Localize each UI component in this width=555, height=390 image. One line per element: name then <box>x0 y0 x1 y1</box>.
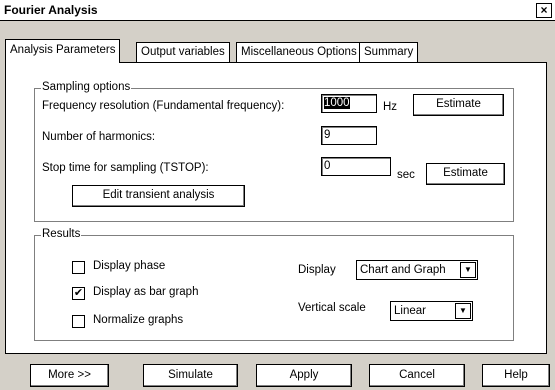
display-as-bar-graph-checkbox[interactable]: ✔ <box>72 287 85 300</box>
estimate-frequency-button[interactable]: Estimate <box>413 94 504 116</box>
vertical-scale-label: Vertical scale <box>298 302 366 314</box>
display-label: Display <box>298 264 336 276</box>
window-title: Fourier Analysis <box>4 3 98 17</box>
normalize-graphs-checkbox[interactable] <box>72 315 85 328</box>
display-as-bar-graph-label: Display as bar graph <box>93 286 199 298</box>
fourier-dialog: Fourier Analysis × Analysis Parameters O… <box>0 0 555 390</box>
close-icon[interactable]: × <box>536 3 552 18</box>
number-of-harmonics-input[interactable]: 9 <box>321 126 377 145</box>
estimate-stop-time-button[interactable]: Estimate <box>426 163 505 185</box>
tab-panel: Sampling options Frequency resolution (F… <box>5 62 547 354</box>
apply-button[interactable]: Apply <box>256 364 352 387</box>
vertical-scale-select-value: Linear <box>394 305 426 317</box>
more-button[interactable]: More >> <box>30 364 109 387</box>
results-group: Results Display phase ✔ Display as bar g… <box>34 228 514 341</box>
edit-transient-analysis-button[interactable]: Edit transient analysis <box>72 185 245 207</box>
frequency-resolution-label: Frequency resolution (Fundamental freque… <box>42 100 285 112</box>
stop-time-unit-label: sec <box>397 169 415 181</box>
number-of-harmonics-label: Number of harmonics: <box>42 131 156 143</box>
tab-miscellaneous-options[interactable]: Miscellaneous Options <box>236 42 362 62</box>
vertical-scale-select[interactable]: Linear ▼ <box>390 301 473 321</box>
chevron-down-icon[interactable]: ▼ <box>455 303 471 319</box>
tab-output-variables[interactable]: Output variables <box>136 42 230 62</box>
frequency-resolution-value: 1000 <box>324 97 350 109</box>
frequency-unit-label: Hz <box>383 101 398 113</box>
tab-analysis-parameters[interactable]: Analysis Parameters <box>5 39 121 63</box>
stop-time-label: Stop time for sampling (TSTOP): <box>42 162 209 174</box>
tab-summary[interactable]: Summary <box>359 42 419 62</box>
normalize-graphs-label: Normalize graphs <box>93 314 184 326</box>
display-select-value: Chart and Graph <box>360 264 446 276</box>
cancel-button[interactable]: Cancel <box>369 364 465 387</box>
display-select[interactable]: Chart and Graph ▼ <box>356 260 478 280</box>
title-bar: Fourier Analysis × <box>0 0 555 21</box>
frequency-resolution-input[interactable]: 1000 <box>321 94 377 113</box>
chevron-down-icon[interactable]: ▼ <box>460 262 476 278</box>
help-button[interactable]: Help <box>482 364 550 387</box>
display-phase-checkbox[interactable] <box>72 261 85 274</box>
sampling-options-label: Sampling options <box>41 81 132 93</box>
display-phase-label: Display phase <box>93 260 166 272</box>
sampling-options-group: Sampling options Frequency resolution (F… <box>34 81 514 222</box>
simulate-button[interactable]: Simulate <box>143 364 238 387</box>
results-label: Results <box>41 228 82 240</box>
stop-time-input[interactable]: 0 <box>321 157 391 176</box>
